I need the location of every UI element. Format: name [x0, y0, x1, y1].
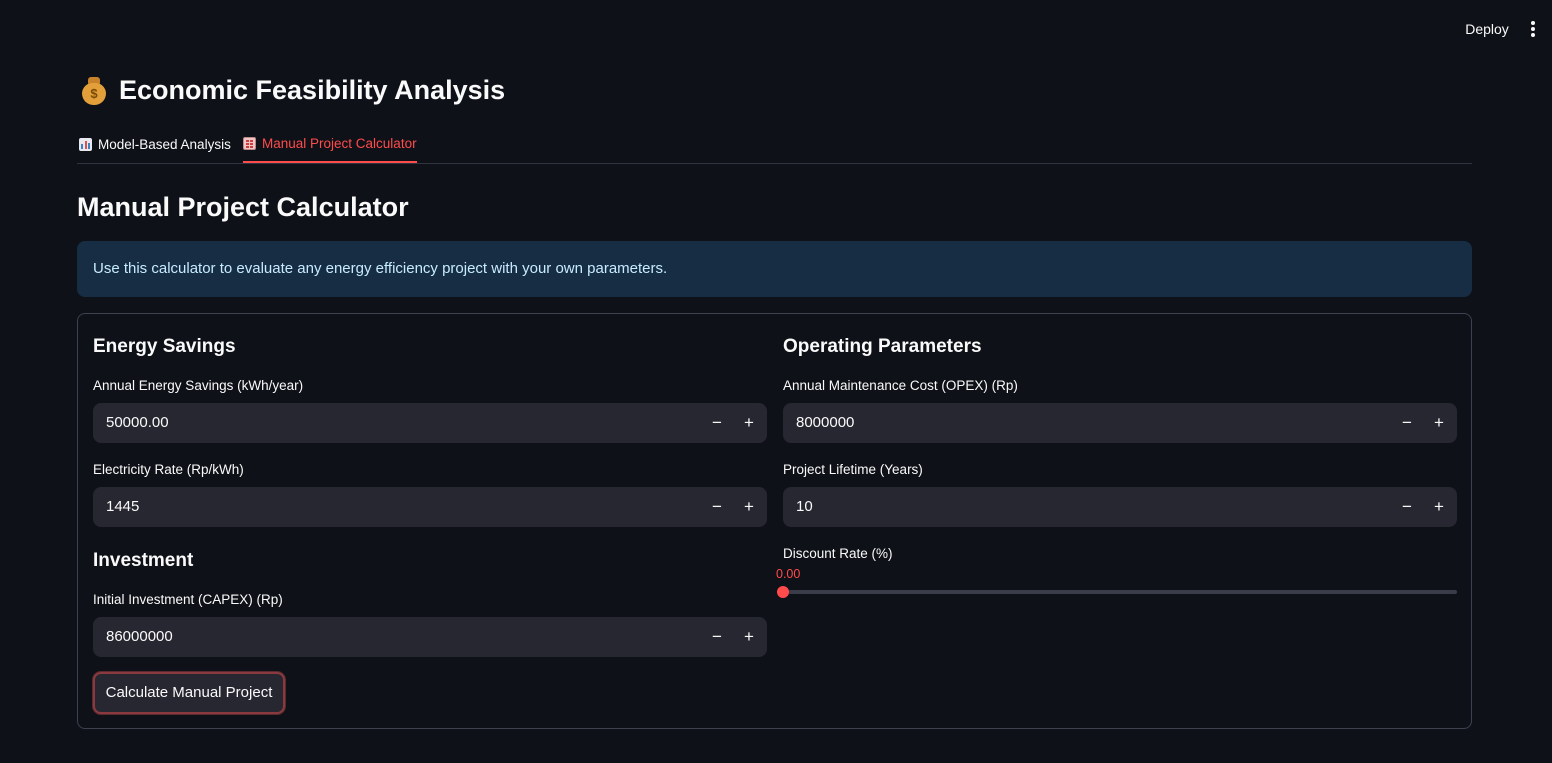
tab-manual-project-calculator[interactable]: Manual Project Calculator: [243, 126, 417, 163]
electricity-rate-field[interactable]: 1445: [106, 487, 139, 527]
money-bag-icon: $: [81, 75, 107, 105]
energy-savings-heading: Energy Savings: [93, 336, 236, 357]
annual-savings-input: 50000.00 − +: [93, 403, 767, 443]
page-header: $ Economic Feasibility Analysis: [81, 70, 505, 110]
decrement-button[interactable]: −: [701, 617, 733, 657]
electricity-rate-input: 1445 − +: [93, 487, 767, 527]
capex-label: Initial Investment (CAPEX) (Rp): [93, 592, 283, 607]
project-lifetime-label: Project Lifetime (Years): [783, 462, 923, 477]
tab-label: Manual Project Calculator: [262, 136, 417, 151]
annual-savings-label: Annual Energy Savings (kWh/year): [93, 378, 304, 393]
increment-button[interactable]: +: [733, 487, 765, 527]
capex-input: 86000000 − +: [93, 617, 767, 657]
section-title: Manual Project Calculator: [77, 192, 409, 222]
calculate-manual-project-button[interactable]: Calculate Manual Project: [93, 672, 285, 714]
project-lifetime-input: 10 − +: [783, 487, 1457, 527]
top-bar: Deploy: [0, 0, 1552, 58]
opex-input: 8000000 − +: [783, 403, 1457, 443]
investment-heading: Investment: [93, 550, 194, 571]
project-lifetime-field[interactable]: 10: [796, 487, 813, 527]
annual-savings-field[interactable]: 50000.00: [106, 403, 169, 443]
discount-rate-label: Discount Rate (%): [783, 546, 893, 561]
decrement-button[interactable]: −: [701, 487, 733, 527]
tab-bar: Model-Based Analysis Manual Project Calc…: [77, 126, 1472, 164]
slider-thumb[interactable]: [777, 586, 789, 598]
decrement-button[interactable]: −: [1391, 487, 1423, 527]
increment-button[interactable]: +: [1423, 487, 1455, 527]
discount-rate-slider[interactable]: [777, 586, 1457, 598]
page-title: Economic Feasibility Analysis: [119, 74, 506, 105]
capex-field[interactable]: 86000000: [106, 617, 173, 657]
tab-model-based-analysis[interactable]: Model-Based Analysis: [79, 126, 231, 162]
tab-label: Model-Based Analysis: [98, 136, 231, 152]
increment-button[interactable]: +: [1423, 403, 1455, 443]
operating-parameters-heading: Operating Parameters: [783, 336, 982, 357]
slider-value: 0.00: [776, 567, 801, 581]
deploy-button[interactable]: Deploy: [1458, 19, 1516, 39]
opex-label: Annual Maintenance Cost (OPEX) (Rp): [783, 378, 1018, 393]
increment-button[interactable]: +: [733, 403, 765, 443]
decrement-button[interactable]: −: [701, 403, 733, 443]
bar-chart-icon: [79, 137, 92, 151]
calculator-form: Energy Savings Annual Energy Savings (kW…: [77, 313, 1472, 729]
opex-field[interactable]: 8000000: [796, 403, 854, 443]
info-alert: Use this calculator to evaluate any ener…: [77, 241, 1472, 297]
decrement-button[interactable]: −: [1391, 403, 1423, 443]
more-options-icon[interactable]: [1524, 19, 1542, 39]
electricity-rate-label: Electricity Rate (Rp/kWh): [93, 462, 244, 477]
increment-button[interactable]: +: [733, 617, 765, 657]
abacus-icon: [243, 137, 256, 150]
